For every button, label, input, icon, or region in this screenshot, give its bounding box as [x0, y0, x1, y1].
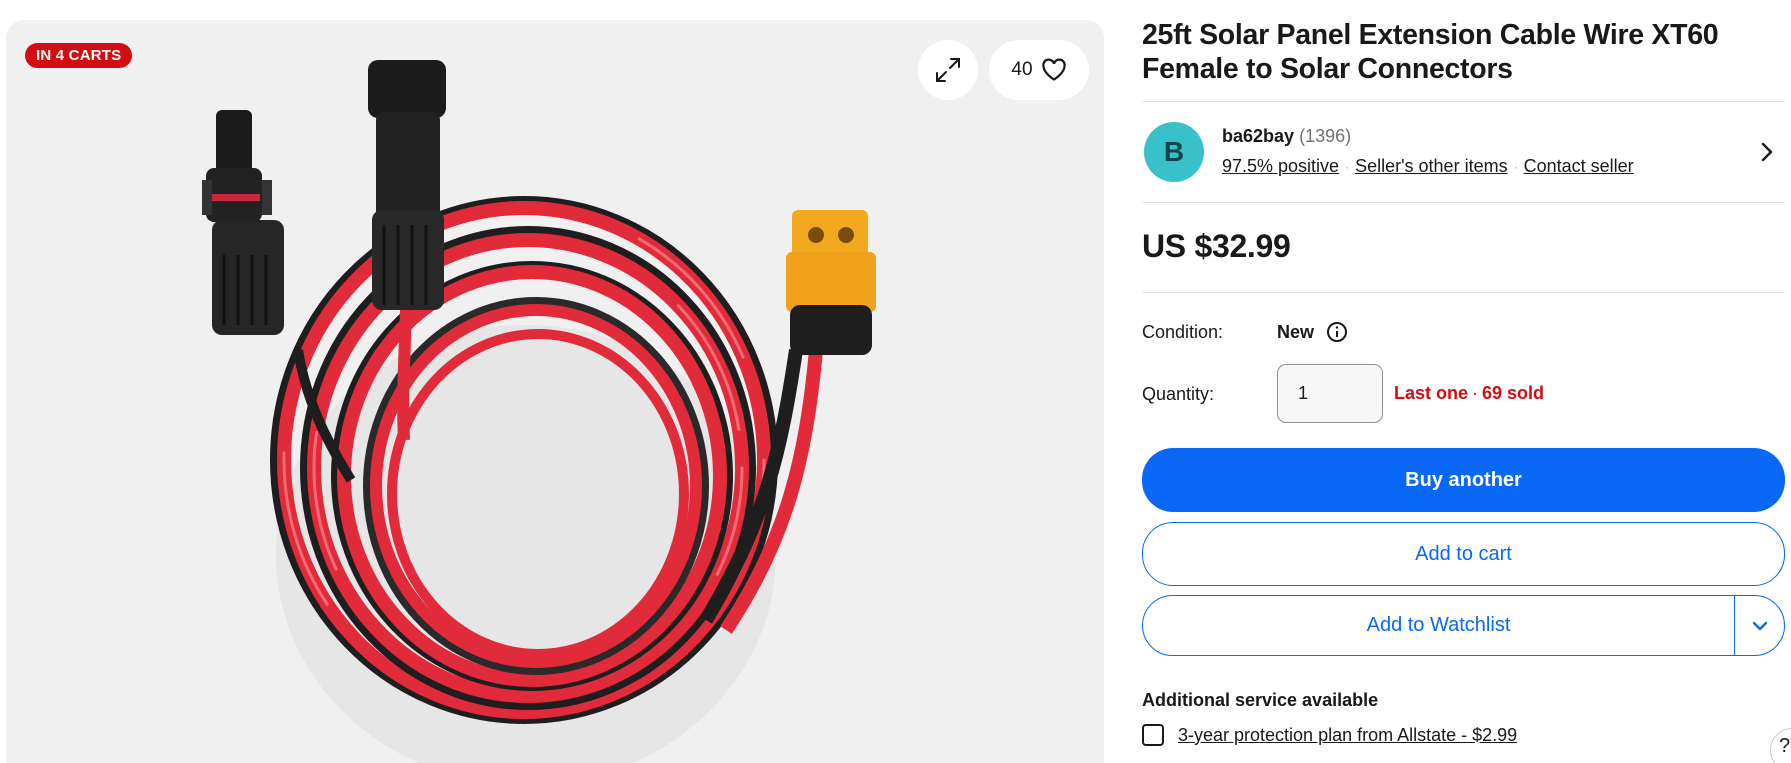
- mc4-male-connector: [202, 110, 284, 335]
- chevron-right-icon[interactable]: [1760, 140, 1774, 164]
- expand-image-button[interactable]: [918, 40, 978, 100]
- expand-icon: [936, 58, 960, 82]
- quantity-status: Last one · 69 sold: [1394, 383, 1544, 404]
- buy-another-button[interactable]: Buy another: [1142, 448, 1785, 512]
- seller-feedback-count: (1396): [1299, 126, 1352, 146]
- divider: [1142, 101, 1785, 102]
- watch-count: 40: [1011, 59, 1033, 80]
- protection-plan-row: 3-year protection plan from Allstate - $…: [1142, 724, 1517, 746]
- watchlist-dropdown-button[interactable]: [1734, 596, 1784, 655]
- condition-label: Condition:: [1142, 322, 1224, 342]
- mc4-female-connector: [368, 60, 446, 310]
- watchlist-split-button: Add to Watchlist: [1142, 595, 1785, 656]
- quantity-label: Quantity:: [1142, 384, 1215, 404]
- add-to-watchlist-button[interactable]: Add to Watchlist: [1143, 596, 1734, 655]
- chevron-down-icon: [1752, 621, 1767, 630]
- protection-plan-link[interactable]: 3-year protection plan from Allstate - $…: [1178, 725, 1517, 746]
- condition-value: New: [1277, 321, 1315, 342]
- contact-seller-link[interactable]: Contact seller: [1524, 156, 1634, 177]
- price: US $32.99: [1142, 228, 1291, 264]
- seller-name-row: ba62bay (1396): [1222, 126, 1351, 147]
- in-carts-badge: IN 4 CARTS: [25, 43, 133, 68]
- separator-dot: ·: [1345, 159, 1350, 174]
- product-image-panel[interactable]: IN 4 CARTS 40: [6, 20, 1104, 763]
- condition-value-row: New: [1277, 321, 1348, 343]
- seller-positive-link[interactable]: 97.5% positive: [1222, 156, 1339, 177]
- protection-plan-checkbox[interactable]: [1142, 724, 1164, 746]
- watchers-button[interactable]: 40: [989, 40, 1089, 100]
- product-photo: [202, 60, 876, 763]
- heart-icon: [1041, 58, 1066, 81]
- separator-dot: ·: [1513, 159, 1518, 174]
- info-icon[interactable]: [1326, 321, 1348, 343]
- divider: [1142, 292, 1785, 293]
- listing-title: 25ft Solar Panel Extension Cable Wire XT…: [1142, 19, 1719, 85]
- stock-status: Last one: [1394, 383, 1469, 403]
- seller-name[interactable]: ba62bay: [1222, 126, 1294, 146]
- add-to-cart-button[interactable]: Add to cart: [1142, 522, 1785, 586]
- seller-links: 97.5% positive · Seller's other items · …: [1222, 156, 1634, 177]
- listing-info-panel: 25ft Solar Panel Extension Cable Wire XT…: [1142, 0, 1791, 763]
- separator-dot: ·: [1472, 383, 1479, 403]
- seller-other-items-link[interactable]: Seller's other items: [1355, 156, 1508, 177]
- additional-service-heading: Additional service available: [1142, 690, 1379, 710]
- seller-avatar[interactable]: B: [1144, 122, 1204, 182]
- sold-count: 69 sold: [1482, 383, 1545, 403]
- quantity-input[interactable]: [1277, 364, 1383, 423]
- divider: [1142, 202, 1785, 203]
- xt60-connector: [786, 210, 876, 355]
